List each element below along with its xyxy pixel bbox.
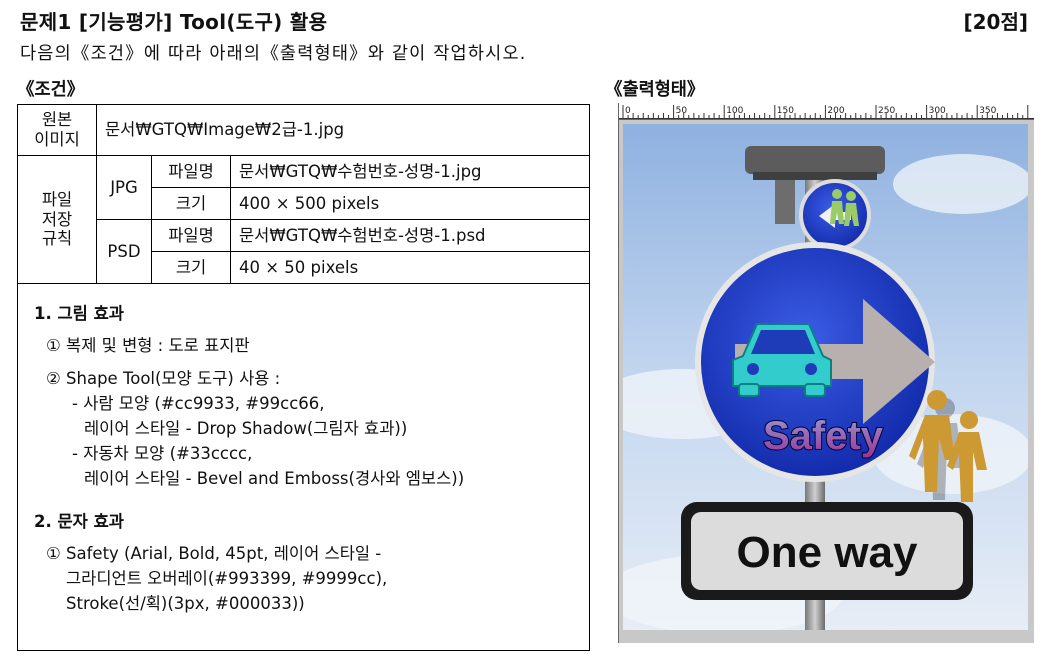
- ruler-label: 150: [777, 106, 794, 116]
- source-value: 문서₩GTQ₩Image₩2급-1.jpg: [96, 105, 589, 156]
- ruler-label: 250: [878, 106, 895, 116]
- problem-title: 문제1 [기능평가] Tool(도구) 활용: [20, 10, 328, 34]
- ruler-top-marks: 0 50 100 150 200 250 300 350: [602, 105, 1034, 119]
- psd-size-label: 크기: [151, 251, 231, 284]
- source-label: 원본 이미지: [18, 105, 97, 156]
- psd-size: 40 × 50 pixels: [230, 251, 589, 284]
- safety-text: Safety: [763, 414, 884, 458]
- ruler-top: 0 50 100 150 200 250 300 350: [602, 103, 1034, 120]
- effect-item-car-style: 레이어 스타일 - Bevel and Emboss(경사와 엠보스)): [84, 469, 465, 488]
- conditions-box: 원본 이미지 문서₩GTQ₩Image₩2급-1.jpg 파일 저장 규칙 JP…: [17, 104, 590, 651]
- ruler-label: 300: [929, 106, 946, 116]
- road-sign-image: Safety One way: [623, 124, 1028, 630]
- instruction-text: 다음의《조건》에 따라 아래의《출력형태》와 같이 작업하시오.: [20, 44, 527, 64]
- text-effect-item-1: ① Safety (Arial, Bold, 45pt, 레이어 스타일 -: [46, 544, 382, 563]
- effect-item-person-style: 레이어 스타일 - Drop Shadow(그림자 효과)): [84, 419, 408, 438]
- one-way-sign: One way: [681, 502, 973, 600]
- ruler-label: 50: [676, 106, 688, 116]
- effect-item-person-shape: - 사람 모양 (#cc9933, #99cc66,: [72, 394, 325, 413]
- jpg-size: 400 × 500 pixels: [230, 187, 589, 220]
- jpg-size-label: 크기: [151, 187, 231, 220]
- one-way-text: One way: [737, 528, 918, 577]
- text-effect-item-2: 그라디언트 오버레이(#993399, #9999cc),: [66, 569, 388, 588]
- save-rule-label: 파일 저장 규칙: [18, 155, 97, 284]
- ruler-label: 0: [625, 106, 631, 116]
- text-effect-item-3: Stroke(선/획)(3px, #000033)): [66, 594, 305, 613]
- effect-item-duplicate: ① 복제 및 변형 : 도로 표지판: [46, 336, 250, 355]
- points-label: [20점]: [963, 10, 1028, 34]
- ruler-label: 350: [979, 106, 996, 116]
- psd-label: PSD: [96, 219, 152, 284]
- ruler-left: [602, 103, 619, 643]
- ruler-label: 200: [827, 106, 844, 116]
- output-canvas: Safety One way: [623, 124, 1028, 630]
- psd-filename: 문서₩GTQ₩수험번호-성명-1.psd: [230, 219, 589, 252]
- effects-section: 1. 그림 효과 ① 복제 및 변형 : 도로 표지판 ② Shape Tool…: [18, 285, 589, 616]
- effect-item-shape-tool: ② Shape Tool(모양 도구) 사용 :: [46, 369, 281, 388]
- output-label: 《출력형태》: [605, 80, 705, 100]
- main-blue-sign: Safety: [695, 242, 935, 482]
- effect-item-car-shape: - 자동차 모양 (#33cccc,: [72, 444, 253, 463]
- ruler-label: 100: [726, 106, 743, 116]
- jpg-filename-label: 파일명: [151, 155, 231, 188]
- image-effect-heading: 1. 그림 효과: [34, 304, 124, 323]
- small-round-sign: [799, 179, 871, 251]
- text-effect-heading: 2. 문자 효과: [34, 512, 124, 531]
- jpg-label: JPG: [96, 155, 152, 220]
- psd-filename-label: 파일명: [151, 219, 231, 252]
- conditions-table: 원본 이미지 문서₩GTQ₩Image₩2급-1.jpg 파일 저장 규칙 JP…: [18, 105, 589, 284]
- jpg-filename: 문서₩GTQ₩수험번호-성명-1.jpg: [230, 155, 589, 188]
- conditions-label: 《조건》: [17, 80, 85, 100]
- output-preview: 0 50 100 150 200 250 300 350 Safety One …: [602, 103, 1034, 643]
